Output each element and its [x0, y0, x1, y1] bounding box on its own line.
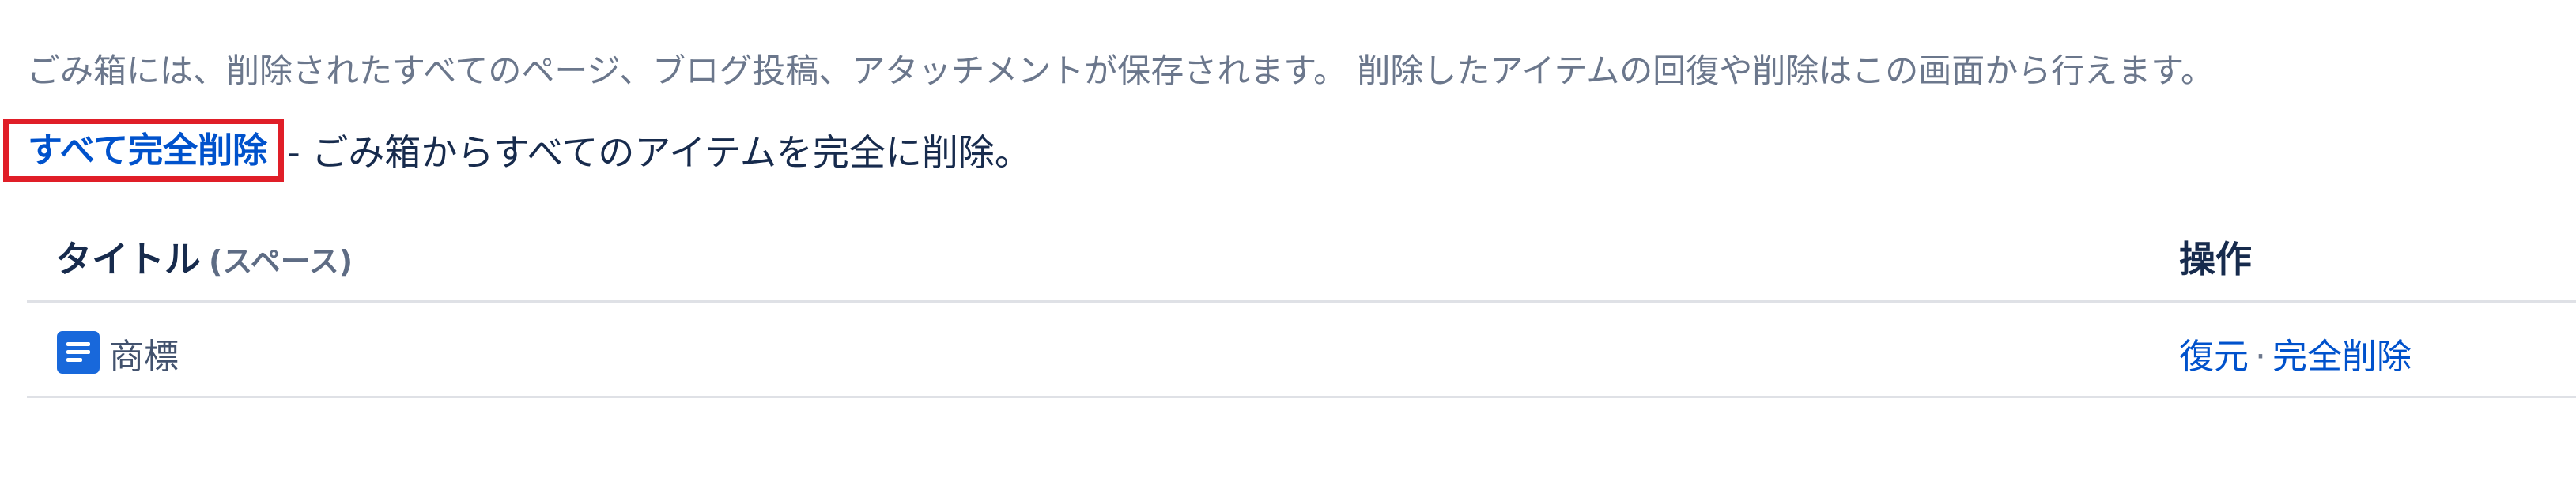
trash-intro-text: ごみ箱には、削除されたすべてのページ、ブログ投稿、アタッチメントが保存されます。… — [27, 51, 2215, 90]
restore-link[interactable]: 復元 — [2179, 337, 2249, 377]
column-header-actions: 操作 — [2179, 238, 2252, 281]
action-separator: · — [2255, 337, 2266, 377]
page-title: 商標 — [109, 337, 179, 377]
column-header-title: タイトル (スペース) — [55, 231, 353, 283]
trash-table: タイトル (スペース) 操作 商標 復元 · 完全削除 — [27, 213, 2576, 398]
purge-all-row: すべて完全削除 - ごみ箱からすべてのアイテムを完全に削除。 — [3, 119, 1031, 182]
purge-link[interactable]: 完全削除 — [2272, 337, 2412, 377]
page-icon — [57, 331, 100, 374]
table-row: 商標 復元 · 完全削除 — [27, 303, 2576, 398]
column-header-title-sub: (スペース) — [209, 244, 353, 279]
purge-all-description: - ごみ箱からすべてのアイテムを完全に削除。 — [287, 131, 1031, 174]
row-actions: 復元 · 完全削除 — [2179, 328, 2412, 378]
purge-all-link[interactable]: すべて完全削除 — [3, 119, 285, 182]
column-header-title-label: タイトル — [55, 238, 201, 281]
table-header: タイトル (スペース) 操作 — [27, 213, 2576, 303]
